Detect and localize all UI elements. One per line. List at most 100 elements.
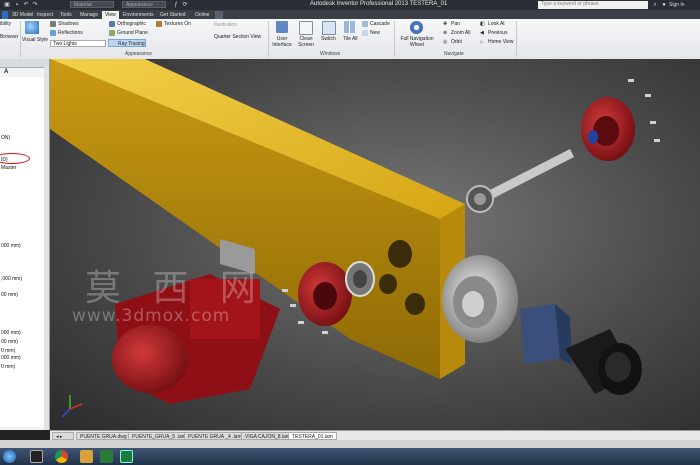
cascade-icon — [362, 21, 368, 27]
window-title: Autodesk Inventor Professional 2013 TEST… — [310, 1, 448, 7]
browser-button[interactable]: Browser — [0, 34, 18, 40]
file-explorer-icon[interactable] — [80, 450, 93, 463]
file-tab-icon[interactable] — [2, 11, 8, 19]
doc-tab-puente-grua-dwg[interactable]: PUENTE GRUA.dwg — [76, 432, 131, 440]
user-icon[interactable]: ● — [660, 1, 668, 9]
tree-item[interactable]: 0 mm) — [1, 364, 15, 370]
graphics-viewport[interactable]: 莫 西 网 www.3dmox.com — [50, 59, 700, 430]
switch-button[interactable]: Switch — [321, 36, 336, 42]
axis-triad-icon — [61, 395, 83, 418]
clean-screen-icon — [299, 21, 313, 35]
tile-all-icon — [344, 21, 356, 33]
appearance-dropdown[interactable]: Appearance — [122, 1, 166, 8]
orthographic-button[interactable]: Orthographic — [117, 21, 146, 27]
doc-tab-viga-cajon[interactable]: VIGA CAJON_8.iam — [241, 432, 295, 440]
model-browser: A ON) ID) Master 000 mm) ,000 mm) 00 mm)… — [0, 59, 50, 430]
quarter-section-button[interactable]: Quarter Section View — [214, 34, 261, 40]
ribbon-minimize-icon[interactable] — [215, 11, 223, 19]
chrome-icon[interactable] — [55, 450, 68, 463]
tree-item[interactable]: 00 mm) — [1, 292, 18, 298]
ray-tracing-button[interactable]: Ray Tracing — [108, 39, 146, 47]
doc-tab-puente-grua-5[interactable]: PUENTE_GRUA_5 .iam — [128, 432, 190, 440]
tile-all-button[interactable]: Tile All — [343, 36, 358, 42]
new-window-button[interactable]: New — [370, 30, 380, 36]
material-dropdown[interactable]: Material — [70, 1, 114, 8]
search-icon[interactable]: ⌕ — [651, 1, 659, 9]
redo-icon[interactable]: ↷ — [31, 1, 39, 9]
start-button-icon[interactable] — [3, 450, 16, 463]
user-interface-icon — [276, 21, 288, 33]
previous-button[interactable]: Previous — [488, 30, 507, 36]
tab-3d-model[interactable]: 3D Model — [12, 11, 33, 19]
sign-in-link[interactable]: Sign In — [669, 2, 685, 8]
orbit-button[interactable]: Orbit — [451, 39, 462, 45]
excel-icon[interactable] — [120, 450, 133, 463]
tree-item[interactable]: 000 mm) — [1, 355, 21, 361]
taskbar-app-icon[interactable] — [30, 450, 43, 463]
ribbon-tabs: 3D Model Inspect Tools Manage View Envir… — [0, 10, 700, 19]
windows-panel-label: Windows — [320, 51, 341, 57]
tab-get-started[interactable]: Get Started — [160, 11, 186, 19]
tree-item[interactable]: 000 mm) — [1, 330, 21, 336]
title-bar: ▣ ▪ ↶ ↷ Material Appearance ƒ ⟳ Autodesk… — [0, 0, 700, 10]
tab-view[interactable]: View — [102, 11, 119, 19]
navigate-panel-label: Navigate — [444, 51, 464, 57]
taskbar-app-icon[interactable] — [100, 450, 113, 463]
app-menu-icon[interactable]: ▣ — [3, 1, 11, 9]
pan-icon: ✥ — [443, 21, 448, 27]
textures-icon — [156, 21, 162, 27]
browser-tree[interactable]: ON) ID) Master 000 mm) ,000 mm) 00 mm) 0… — [0, 77, 44, 427]
browser-header — [0, 59, 49, 68]
fx-icon[interactable]: ƒ — [172, 1, 180, 9]
bearing — [345, 261, 375, 297]
tab-online[interactable]: Online — [195, 11, 209, 19]
tree-item[interactable]: 0 mm) — [1, 348, 15, 354]
browser-scrollbar[interactable] — [44, 67, 49, 430]
doc-tab-puente-grua-4[interactable]: PUENTE GRUA _4 .iam — [184, 432, 246, 440]
tab-inspect[interactable]: Inspect — [37, 11, 53, 19]
look-at-button[interactable]: Look At — [488, 21, 505, 27]
undo-icon[interactable]: ↶ — [22, 1, 30, 9]
red-circle-annotation — [0, 153, 30, 164]
textures-on-button[interactable]: Textures On — [164, 21, 191, 27]
doc-tab-nav-icon[interactable]: ◂ ▸ — [52, 432, 74, 440]
tab-manage[interactable]: Manage — [80, 11, 98, 19]
full-navigation-wheel-button[interactable]: Full Navigation Wheel — [397, 36, 437, 48]
pan-button[interactable]: Pan — [451, 21, 460, 27]
tree-item[interactable]: ,000 mm) — [1, 276, 22, 282]
steel-wheel — [442, 255, 518, 343]
shadows-button[interactable]: Shadows — [58, 21, 79, 27]
clean-screen-button[interactable]: Clean Screen — [295, 36, 317, 48]
blue-bracket — [520, 304, 572, 365]
search-input[interactable]: Type a keyword or phrase — [538, 1, 648, 9]
tree-item[interactable]: 00 mm) — [1, 339, 18, 345]
doc-tab-testera[interactable]: TESTERA_01.iam — [288, 432, 337, 440]
watermark-url: www.3dmox.com — [72, 306, 231, 326]
visual-style-button[interactable]: Visual Style — [22, 37, 48, 43]
zoom-all-button[interactable]: Zoom All — [451, 30, 470, 36]
lights-dropdown[interactable]: Two Lights — [50, 40, 106, 47]
tree-item[interactable]: ON) — [1, 135, 10, 141]
appearance-panel-label[interactable]: Appearance — [125, 51, 152, 57]
visual-style-icon[interactable] — [25, 21, 39, 34]
browser-filter-icon[interactable]: A — [4, 69, 8, 75]
tab-environments[interactable]: Environments — [123, 11, 154, 19]
home-view-button[interactable]: Home View — [488, 39, 513, 45]
illustration-button[interactable]: Illustration — [214, 22, 237, 28]
tree-item[interactable]: Master — [1, 165, 16, 171]
visibility-button[interactable]: ibility — [0, 21, 11, 27]
windows-taskbar — [0, 448, 700, 465]
ribbon: ibility Browser Visual Style Shadows Ref… — [0, 19, 700, 60]
home-view-icon: ⌂ — [480, 39, 484, 45]
tab-tools[interactable]: Tools — [60, 11, 72, 19]
update-icon[interactable]: ⟳ — [181, 1, 189, 9]
save-icon[interactable]: ▪ — [13, 1, 21, 9]
status-bar — [0, 440, 700, 448]
reflections-icon — [50, 30, 56, 36]
tree-item[interactable]: 000 mm) — [1, 243, 21, 249]
reflections-button[interactable]: Reflections — [58, 30, 83, 36]
ground-plane-button[interactable]: Ground Plane — [117, 30, 148, 36]
cascade-button[interactable]: Cascade — [370, 21, 390, 27]
switch-icon — [322, 21, 336, 35]
user-interface-button[interactable]: User Interface — [271, 36, 293, 48]
